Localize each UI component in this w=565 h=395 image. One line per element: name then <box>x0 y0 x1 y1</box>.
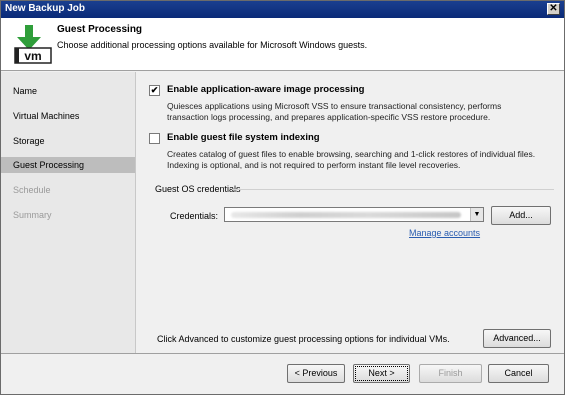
app-aware-checkbox[interactable]: ✔ <box>149 85 160 96</box>
indexing-description: Creates catalog of guest files to enable… <box>167 149 535 171</box>
previous-button[interactable]: < Previous <box>287 364 345 383</box>
cancel-button[interactable]: Cancel <box>488 364 549 383</box>
manage-accounts-link[interactable]: Manage accounts <box>409 228 480 238</box>
close-icon[interactable]: ✕ <box>547 3 560 15</box>
indexing-description-line: Creates catalog of guest files to enable… <box>167 149 536 159</box>
guest-os-credentials-group-title: Guest OS credentials <box>155 184 241 194</box>
guest-processing-panel: ✔ Enable application-aware image process… <box>137 72 564 353</box>
advanced-hint: Click Advanced to customize guest proces… <box>157 334 450 344</box>
sidebar-item-schedule: Schedule <box>13 185 51 195</box>
credentials-dropdown[interactable]: ▼ <box>224 207 484 222</box>
window-title: New Backup Job <box>5 3 86 14</box>
app-aware-description-line: Quiesces applications using Microsoft VS… <box>167 101 502 111</box>
sidebar-item-virtual-machines[interactable]: Virtual Machines <box>1 108 135 124</box>
wizard-steps-sidebar: Name Virtual Machines Storage Guest Proc… <box>1 72 136 353</box>
finish-button: Finish <box>419 364 482 383</box>
new-backup-job-window: New Backup Job ✕ vm Guest Processing Cho… <box>0 0 565 395</box>
credentials-label: Credentials: <box>170 211 219 221</box>
group-divider <box>232 189 554 190</box>
advanced-button[interactable]: Advanced... <box>483 329 551 348</box>
wizard-footer: < Previous Next > Finish Cancel <box>1 353 564 394</box>
sidebar-item-storage[interactable]: Storage <box>1 133 135 149</box>
sidebar-item-name[interactable]: Name <box>1 83 135 99</box>
next-button[interactable]: Next > <box>353 364 410 383</box>
chevron-down-icon[interactable]: ▼ <box>470 208 483 221</box>
indexing-label[interactable]: Enable guest file system indexing <box>167 132 320 143</box>
svg-text:vm: vm <box>24 49 41 63</box>
wizard-header: vm Guest Processing Choose additional pr… <box>1 18 564 71</box>
sidebar-item-guest-processing[interactable]: Guest Processing <box>1 157 135 173</box>
title-bar: New Backup Job ✕ <box>1 1 564 18</box>
page-description: Choose additional processing options ava… <box>57 40 368 50</box>
page-title: Guest Processing <box>57 24 143 35</box>
indexing-checkbox[interactable] <box>149 133 160 144</box>
app-aware-description-line: transaction logs processing, and prepare… <box>167 112 491 122</box>
sidebar-item-summary: Summary <box>13 210 52 220</box>
add-credentials-button[interactable]: Add... <box>491 206 551 225</box>
credentials-value-redacted <box>231 212 461 218</box>
vm-download-icon: vm <box>14 25 52 64</box>
indexing-description-line: Indexing is optional, and is not require… <box>167 160 461 170</box>
app-aware-label[interactable]: Enable application-aware image processin… <box>167 84 364 95</box>
app-aware-description: Quiesces applications using Microsoft VS… <box>167 101 501 123</box>
